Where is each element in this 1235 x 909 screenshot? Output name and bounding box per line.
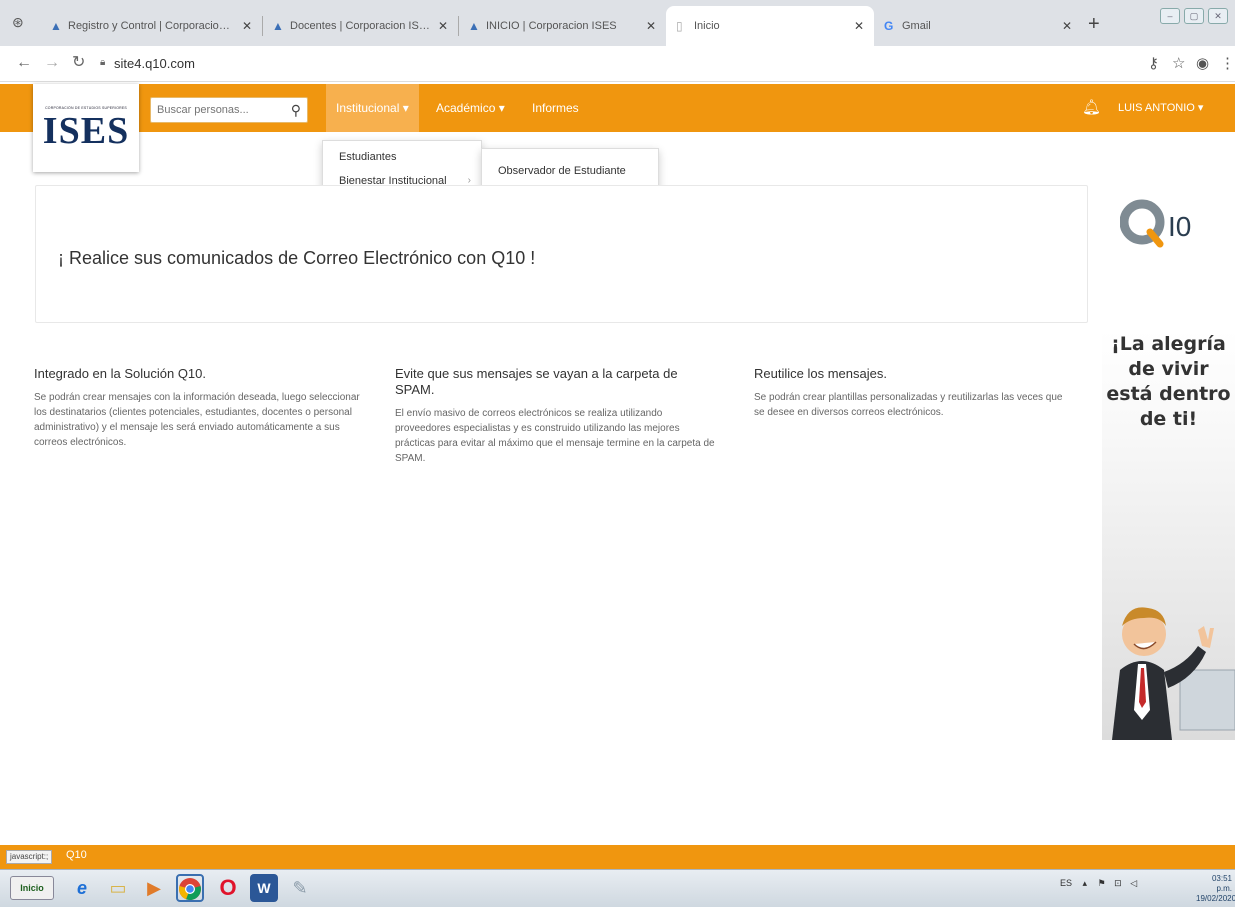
chrome-menu-icon[interactable]: ⋮ <box>1220 54 1235 72</box>
google-favicon-icon: G <box>884 19 894 33</box>
taskbar-clock[interactable]: 03:51 p.m. 19/02/2020 <box>1196 874 1235 904</box>
ad-illustration <box>1112 607 1235 740</box>
tab-close-icon[interactable]: ✕ <box>854 19 864 33</box>
feature-title: Evite que sus mensajes se vayan a la car… <box>395 366 678 397</box>
minimize-icon[interactable]: – <box>1160 8 1180 24</box>
system-tray: ES ▴ ⚑ ⊡ ◁ <box>1060 878 1137 889</box>
feature-body: Se podrán crear plantillas personalizada… <box>754 392 1063 418</box>
profile-icon[interactable]: ◉ <box>1196 54 1209 72</box>
ises-favicon-icon: ▲ <box>272 19 284 33</box>
footer-brand: Q10 <box>66 849 87 861</box>
user-menu[interactable]: LUIS ANTONIO ▾ <box>1118 84 1203 132</box>
bookmark-star-icon[interactable]: ☆ <box>1172 54 1185 72</box>
word-icon[interactable]: W <box>250 874 278 902</box>
flag-icon[interactable]: ⚑ <box>1098 878 1106 888</box>
window-controls: – ▢ ✕ <box>1160 8 1228 24</box>
start-button[interactable]: Inicio <box>10 876 54 900</box>
maximize-icon[interactable]: ▢ <box>1184 8 1204 24</box>
tab-gmail[interactable]: G Gmail ✕ <box>874 6 1082 46</box>
feature-title: Reutilice los mensajes. <box>754 366 887 381</box>
notification-bell-icon[interactable]: 🔔︎ <box>1082 98 1101 116</box>
tab-close-icon[interactable]: ✕ <box>646 19 656 33</box>
chrome-taskbar-icon[interactable] <box>176 874 204 902</box>
reload-icon[interactable]: ↻ <box>72 54 85 72</box>
volume-icon[interactable]: ◁ <box>1130 878 1137 888</box>
feature-spam: Evite que sus mensajes se vayan a la car… <box>395 366 720 466</box>
key-icon[interactable]: ⚷ <box>1148 54 1159 72</box>
q10-logo[interactable]: I0 <box>1120 196 1220 248</box>
page-footer <box>0 845 1235 869</box>
opera-icon[interactable]: O <box>214 874 242 902</box>
paint-icon[interactable]: ✎ <box>286 874 314 902</box>
tab-inicio-ises[interactable]: ▲ INICIO | Corporacion ISES ✕ <box>458 6 666 46</box>
search-icon[interactable]: ⚲ <box>291 102 301 119</box>
banner-heading: ¡ Realice sus comunicados de Correo Elec… <box>58 248 536 268</box>
media-player-icon[interactable]: ▶ <box>140 874 168 902</box>
chrome-icon[interactable]: ⊛ <box>12 14 24 31</box>
language-indicator[interactable]: ES <box>1060 878 1072 888</box>
tab-inicio-active[interactable]: ▯ Inicio ✕ <box>666 6 874 46</box>
menu-informes[interactable]: Informes <box>522 84 589 132</box>
menu-institucional[interactable]: Institucional ▾ <box>326 84 419 132</box>
svg-text:I0: I0 <box>1168 211 1191 242</box>
tab-close-icon[interactable]: ✕ <box>438 19 448 33</box>
new-tab-icon[interactable]: + <box>1088 14 1100 34</box>
feature-body: Se podrán crear mensajes con la informac… <box>34 392 360 448</box>
submenu-item-observador[interactable]: Observador de Estudiante <box>482 161 658 181</box>
people-search: ⚲ <box>150 97 308 123</box>
feature-reutilice: Reutilice los mensajes. Se podrán crear … <box>754 366 1074 420</box>
feature-integrado: Integrado en la Solución Q10. Se podrán … <box>34 366 364 450</box>
tray-arrow-icon[interactable]: ▴ <box>1083 878 1088 888</box>
ises-favicon-icon: ▲ <box>468 19 480 33</box>
network-icon[interactable]: ⊡ <box>1114 878 1122 888</box>
feature-body: El envío masivo de correos electrónicos … <box>395 408 715 464</box>
tab-docentes[interactable]: ▲ Docentes | Corporacion ISES ✕ <box>262 6 458 46</box>
menu-academico[interactable]: Académico ▾ <box>426 84 515 132</box>
dropdown-item-estudiantes[interactable]: Estudiantes <box>323 147 481 167</box>
forward-icon[interactable]: → <box>44 54 60 72</box>
folder-icon[interactable]: ▭ <box>104 874 132 902</box>
tab-close-icon[interactable]: ✕ <box>1062 19 1072 33</box>
feature-title: Integrado en la Solución Q10. <box>34 366 207 381</box>
tab-registro[interactable]: ▲ Registro y Control | Corporacion ISES … <box>40 6 262 46</box>
close-window-icon[interactable]: ✕ <box>1208 8 1228 24</box>
q10-favicon-icon: ▯ <box>676 19 683 33</box>
ad-slogan: ¡La alegría de vivir está dentro de ti! <box>1106 333 1231 430</box>
url-field[interactable]: site4.q10.com <box>114 56 195 71</box>
status-link-tooltip: javascript:; <box>6 850 53 864</box>
search-input[interactable] <box>151 98 279 122</box>
back-icon[interactable]: ← <box>16 54 32 72</box>
tab-close-icon[interactable]: ✕ <box>242 19 252 33</box>
ie-icon[interactable]: e <box>68 874 96 902</box>
ises-logo[interactable]: CORPORACIÓN DE ESTUDIOS SUPERIORES ISES <box>33 84 139 172</box>
ises-favicon-icon: ▲ <box>50 19 62 33</box>
lock-icon: 🔒︎ <box>100 57 106 68</box>
